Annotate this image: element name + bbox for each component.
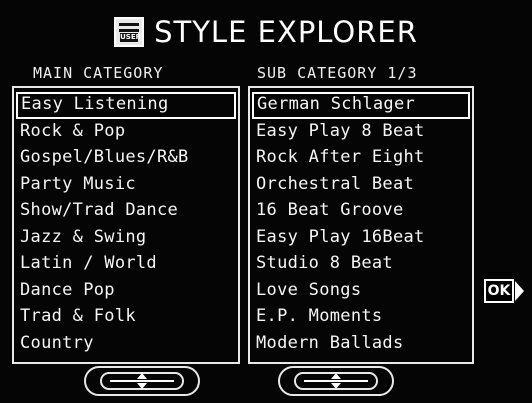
main-category-item[interactable]: Trad & Folk [14,304,238,331]
sub-category-item[interactable]: Orchestral Beat [250,172,472,199]
sub-category-item[interactable]: Rock After Eight [250,145,472,172]
main-category-item[interactable]: Dance Pop [14,278,238,305]
main-category-item[interactable]: Country [14,331,238,358]
up-down-arrows-icon [100,372,184,390]
main-category-item[interactable]: Gospel/Blues/R&B [14,145,238,172]
sub-category-header: SUB CATEGORY 1/3 [257,64,418,82]
sub-category-item[interactable]: Easy Play 8 Beat [250,119,472,146]
sub-category-item[interactable]: 16 Beat Groove [250,198,472,225]
ok-label: OK [484,279,514,303]
icon-label: USER [120,33,141,42]
main-category-item[interactable]: Show/Trad Dance [14,198,238,225]
right-arrow-icon [515,281,524,301]
sub-category-item[interactable]: Studio 8 Beat [250,251,472,278]
sub-category-item[interactable]: Modern Ballads [250,331,472,358]
up-down-arrows-icon [294,372,378,390]
main-category-item[interactable]: Rock & Pop [14,119,238,146]
main-category-item[interactable]: Easy Listening [16,92,236,119]
title-bar: USER STYLE EXPLORER [0,6,532,58]
keyboard-style-icon: USER [114,17,145,47]
sub-category-item[interactable]: Easy Play 16Beat [250,225,472,252]
sub-category-scroll-button[interactable] [278,366,394,396]
main-category-item[interactable]: Party Music [14,172,238,199]
main-category-item[interactable]: Jazz & Swing [14,225,238,252]
sub-category-item[interactable]: E.P. Moments [250,304,472,331]
main-category-header: MAIN CATEGORY [33,64,164,82]
main-category-list: Easy Listening Rock & Pop Gospel/Blues/R… [12,86,240,364]
sub-category-item[interactable]: German Schlager [252,92,470,119]
sub-category-item[interactable]: Love Songs [250,278,472,305]
ok-button[interactable]: OK [484,277,524,305]
main-category-scroll-button[interactable] [84,366,200,396]
page-title: STYLE EXPLORER [154,15,418,49]
main-category-item[interactable]: Latin / World [14,251,238,278]
sub-category-list: German Schlager Easy Play 8 Beat Rock Af… [248,86,474,364]
style-explorer-screen: USER STYLE EXPLORER MAIN CATEGORY SUB CA… [0,0,532,403]
